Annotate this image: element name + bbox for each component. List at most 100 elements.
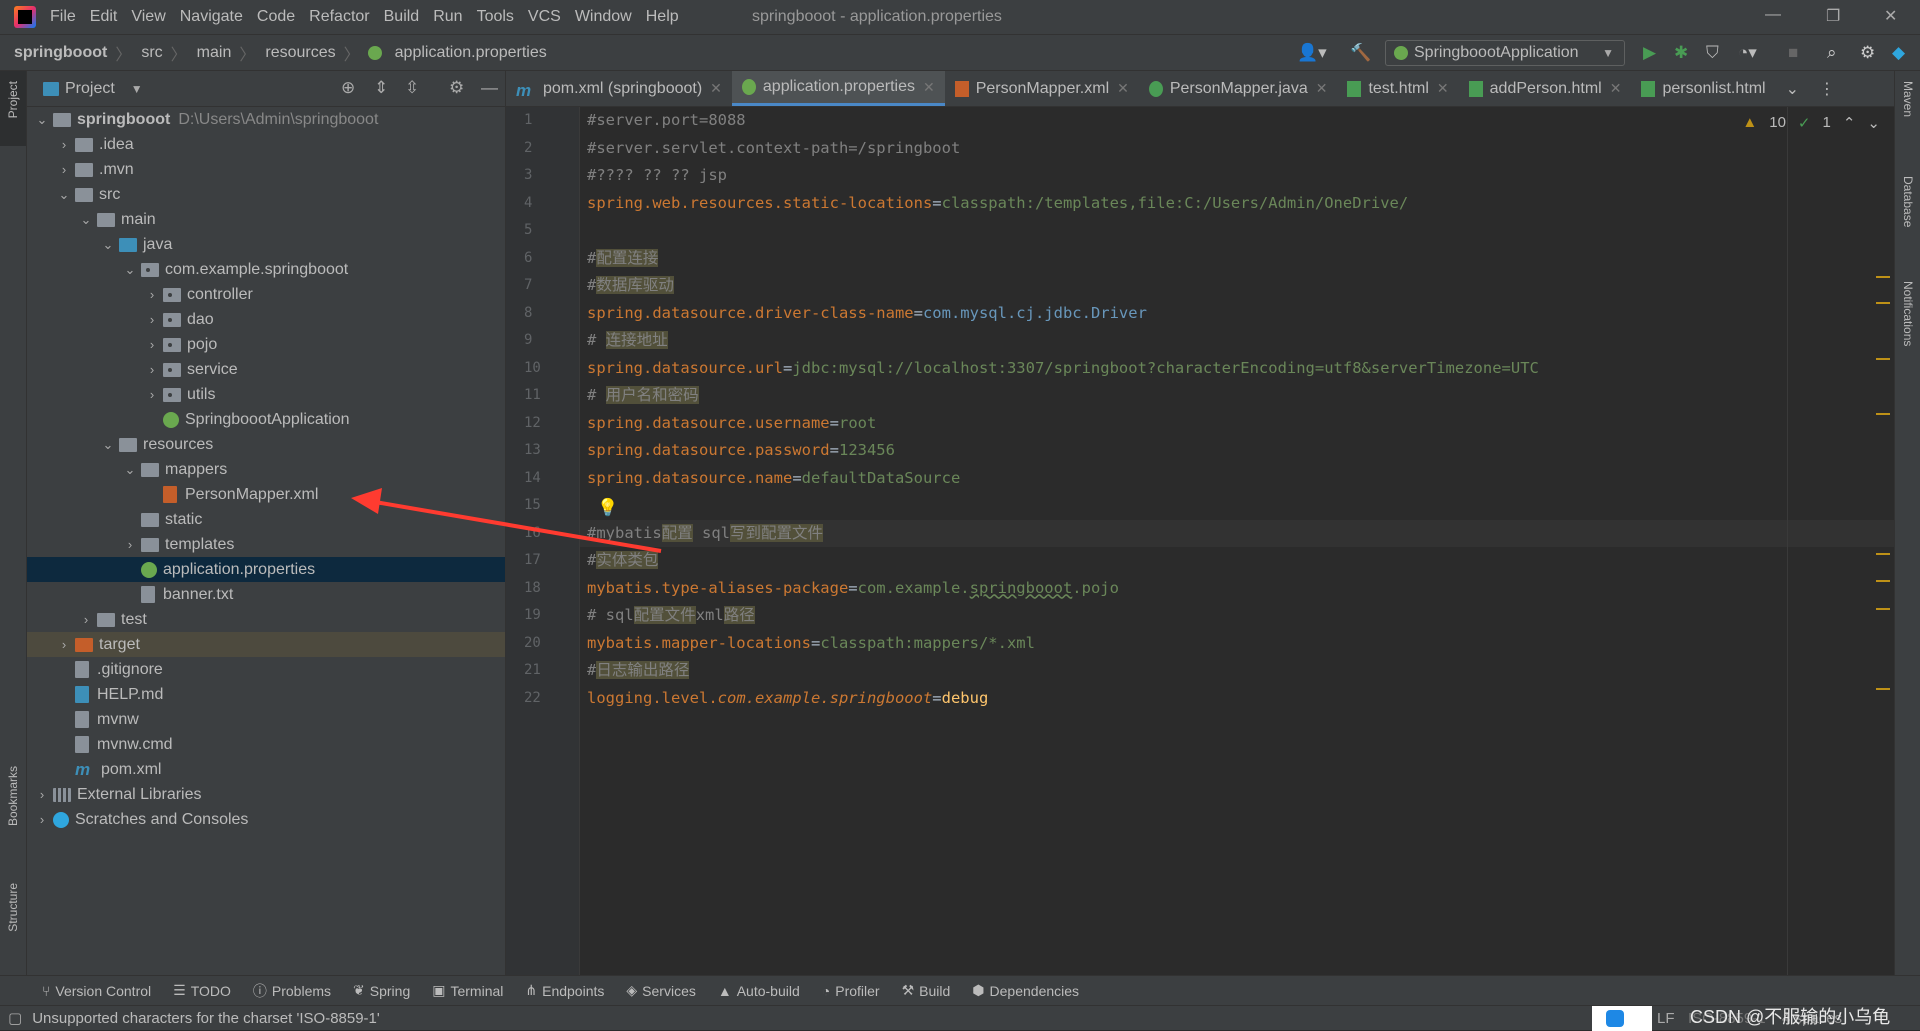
code-line[interactable]: # 用户名和密码 [580, 382, 1894, 410]
chevron-right-icon[interactable]: › [53, 162, 75, 177]
lightbulb-icon[interactable]: 💡 [597, 498, 618, 518]
code-line[interactable]: spring.web.resources.static-locations=cl… [580, 190, 1894, 218]
code-line[interactable]: spring.datasource.password=123456 [580, 437, 1894, 465]
menu-refactor[interactable]: Refactor [309, 8, 369, 26]
chevron-right-icon[interactable]: › [31, 787, 53, 802]
gear-icon[interactable]: ⚙ [449, 78, 464, 98]
collapse-all-icon[interactable]: ⇳ [405, 78, 419, 98]
warning-stripe-mark[interactable] [1876, 580, 1890, 582]
tab-application-properties[interactable]: application.properties ✕ [731, 71, 945, 106]
chevron-down-icon[interactable]: ⌄ [31, 112, 53, 128]
code-line[interactable]: #server.servlet.context-path=/springboot [580, 135, 1894, 163]
chevron-right-icon[interactable]: › [31, 812, 53, 827]
close-tab-icon[interactable]: ✕ [1610, 80, 1622, 97]
menu-view[interactable]: View [131, 8, 165, 26]
stripe-notifications[interactable]: Notifications [1901, 281, 1915, 346]
tree-item[interactable]: › dao [27, 307, 505, 332]
tree-item[interactable]: › .idea [27, 132, 505, 157]
code-line[interactable]: #日志输出路径 [580, 657, 1894, 685]
chevron-down-icon[interactable]: ⌄ [97, 237, 119, 253]
code-line[interactable]: spring.datasource.username=root [580, 410, 1894, 438]
menu-build[interactable]: Build [384, 8, 420, 26]
expand-all-icon[interactable]: ⇕ [374, 78, 388, 98]
warning-stripe-mark[interactable] [1876, 276, 1890, 278]
previous-highlight-icon[interactable]: ⌃ [1843, 114, 1856, 132]
menu-window[interactable]: Window [575, 8, 632, 26]
tree-item[interactable]: ⌄ main [27, 207, 505, 232]
tree-item[interactable]: › utils [27, 382, 505, 407]
breadcrumb-item[interactable]: src [141, 44, 162, 62]
warning-stripe-mark[interactable] [1876, 553, 1890, 555]
next-highlight-icon[interactable]: ⌄ [1867, 114, 1880, 132]
menu-vcs[interactable]: VCS [528, 8, 561, 26]
code-line[interactable]: #数据库驱动 [580, 272, 1894, 300]
tree-item[interactable]: › controller [27, 282, 505, 307]
tree-item[interactable]: SpringboootApplication [27, 407, 505, 432]
tool-spring[interactable]: ❦ Spring [353, 982, 410, 999]
chevron-right-icon[interactable]: › [53, 637, 75, 652]
status-toggle-icon[interactable]: ▢ [8, 1009, 22, 1027]
tree-item[interactable]: ⌄ mappers [27, 457, 505, 482]
tool-auto-build[interactable]: ▲ Auto-build [718, 983, 800, 999]
warning-stripe-mark[interactable] [1876, 413, 1890, 415]
restore-icon[interactable]: ❐ [1826, 6, 1840, 26]
stripe-database[interactable]: Database [1901, 176, 1915, 227]
tab-list-chevron-icon[interactable]: ⌄ [1776, 71, 1809, 106]
tool-profiler[interactable]: ◔ Profiler [822, 983, 880, 999]
code-line[interactable]: mybatis.type-aliases-package=com.example… [580, 575, 1894, 603]
menu-navigate[interactable]: Navigate [180, 8, 243, 26]
code-line[interactable]: mybatis.mapper-locations=classpath:mappe… [580, 630, 1894, 658]
tab-addperson-html[interactable]: addPerson.html ✕ [1459, 71, 1632, 106]
tree-item[interactable]: HELP.md [27, 682, 505, 707]
chevron-down-icon[interactable]: ▼ [131, 82, 143, 96]
code-line[interactable]: #server.port=8088 [580, 107, 1894, 135]
menu-code[interactable]: Code [257, 8, 295, 26]
tree-item[interactable]: static [27, 507, 505, 532]
menu-edit[interactable]: Edit [90, 8, 118, 26]
chevron-right-icon[interactable]: › [141, 337, 163, 352]
stop-icon[interactable]: ■ [1788, 43, 1798, 63]
more-options-icon[interactable]: ⋮ [1809, 71, 1845, 106]
minimize-icon[interactable]: — [1765, 6, 1781, 24]
run-configuration-select[interactable]: SpringboootApplication ▼ [1385, 40, 1625, 66]
code-line[interactable]: # 连接地址 [580, 327, 1894, 355]
chevron-right-icon[interactable]: › [75, 612, 97, 627]
chevron-right-icon[interactable]: › [141, 312, 163, 327]
chevron-down-icon[interactable]: ⌄ [97, 437, 119, 453]
tree-item[interactable]: ⌄ java [27, 232, 505, 257]
tab-personmapper-java[interactable]: PersonMapper.java ✕ [1139, 71, 1338, 106]
tree-item[interactable]: › test [27, 607, 505, 632]
search-icon[interactable]: ⌕ [1827, 43, 1837, 63]
chevron-down-icon[interactable]: ⌄ [119, 462, 141, 478]
warning-stripe-mark[interactable] [1876, 358, 1890, 360]
tree-item[interactable]: mvnw [27, 707, 505, 732]
chevron-down-icon[interactable]: ⌄ [119, 262, 141, 278]
locate-icon[interactable]: ⊕ [341, 78, 355, 98]
code-line[interactable]: #mybatis配置 sql写到配置文件 [580, 519, 1894, 547]
project-view-select[interactable]: Project [65, 80, 115, 98]
chevron-right-icon[interactable]: › [119, 537, 141, 552]
tool-endpoints[interactable]: ⋔ Endpoints [525, 982, 604, 999]
chevron-right-icon[interactable]: › [141, 387, 163, 402]
stripe-bookmarks[interactable]: Bookmarks [6, 766, 20, 826]
tree-item[interactable]: ⌄ resources [27, 432, 505, 457]
toolbox-icon[interactable]: ◆ [1892, 43, 1905, 63]
code-line[interactable]: #???? ?? ?? jsp [580, 162, 1894, 190]
tree-item[interactable]: .gitignore [27, 657, 505, 682]
tab-test-html[interactable]: test.html ✕ [1337, 71, 1458, 106]
menu-file[interactable]: File [50, 8, 76, 26]
chevron-right-icon[interactable]: › [141, 362, 163, 377]
tool-todo[interactable]: ☰ TODO [173, 982, 231, 999]
code-line[interactable]: # sql配置文件xml路径 [580, 602, 1894, 630]
menu-help[interactable]: Help [646, 8, 679, 26]
tree-item[interactable]: ⌄ springbooot D:\Users\Admin\springbooot [27, 107, 505, 132]
tab-pom-xml[interactable]: m pom.xml (springbooot) ✕ [506, 71, 732, 106]
tool-dependencies[interactable]: ⬢ Dependencies [972, 982, 1079, 999]
tool-terminal[interactable]: ▣ Terminal [432, 982, 503, 999]
close-icon[interactable]: ✕ [1884, 6, 1897, 26]
build-hammer-icon[interactable]: 🔨 [1350, 43, 1371, 63]
tree-item[interactable]: › target [27, 632, 505, 657]
chevron-down-icon[interactable]: ⌄ [75, 212, 97, 228]
inspections-widget[interactable]: ▲ 10 ✓ 1 ⌃ ⌄ [1742, 114, 1880, 132]
tree-item[interactable]: › External Libraries [27, 782, 505, 807]
